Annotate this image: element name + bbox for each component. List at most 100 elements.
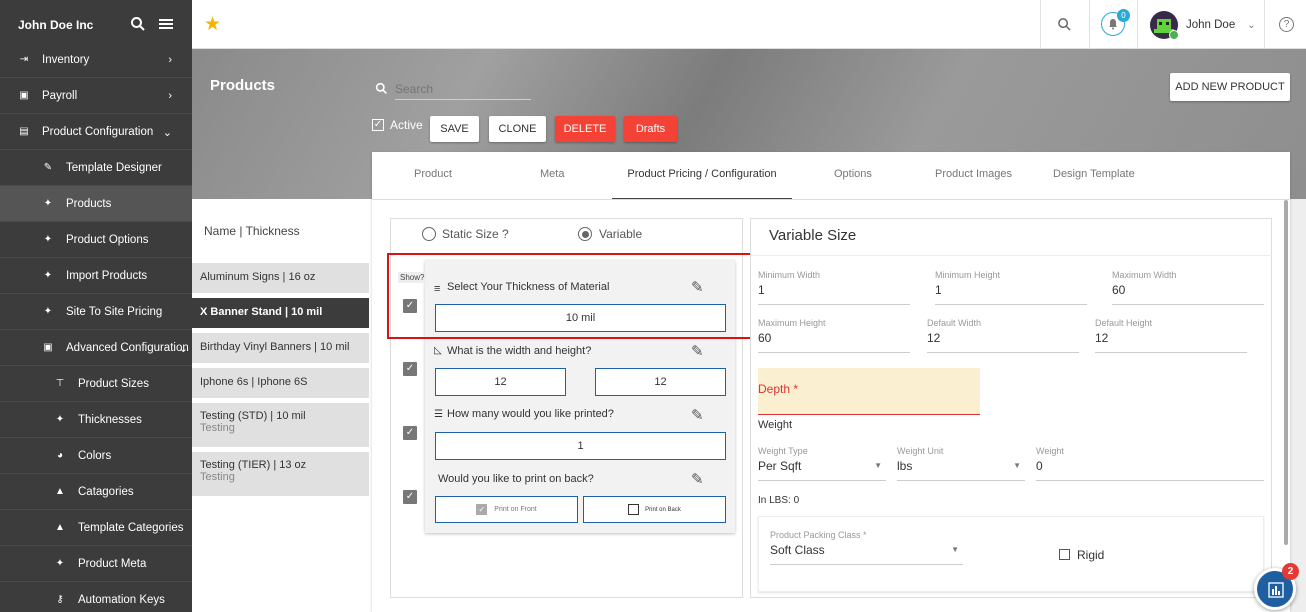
show-quantity-checkbox[interactable]: ✓ bbox=[403, 426, 417, 440]
print-back-checkbox[interactable] bbox=[628, 504, 640, 515]
sidebar-item-automation-keys[interactable]: ⚷ Automation Keys bbox=[0, 582, 192, 612]
tab-meta[interactable]: Meta bbox=[540, 168, 564, 200]
show-label: Show? bbox=[398, 272, 427, 283]
menu-icon[interactable] bbox=[158, 16, 174, 32]
add-new-product-button[interactable]: ADD NEW PRODUCT bbox=[1170, 73, 1290, 101]
notification-button[interactable]: 0 bbox=[1101, 9, 1130, 36]
product-list-item[interactable]: Iphone 6s | Iphone 6S bbox=[192, 368, 369, 398]
wrench-icon: ✦ bbox=[55, 558, 65, 569]
box-icon: ▣ bbox=[43, 342, 53, 353]
dropdown-arrow-icon: ▼ bbox=[951, 545, 959, 554]
tab-product-pricing-configuration[interactable]: Product Pricing / Configuration bbox=[612, 168, 792, 200]
print-back-option[interactable]: Print on Back bbox=[583, 496, 726, 523]
clone-button[interactable]: CLONE bbox=[489, 116, 546, 142]
drafts-button[interactable]: Drafts bbox=[624, 116, 677, 142]
product-list-item[interactable]: Testing (STD) | 10 mil Testing bbox=[192, 403, 369, 447]
thickness-input[interactable]: 10 mil bbox=[435, 304, 726, 332]
show-dimensions-checkbox[interactable]: ✓ bbox=[403, 362, 417, 376]
sidebar-item-label: Template Categories bbox=[78, 521, 184, 534]
sidebar-item-products[interactable]: ✦ Products bbox=[0, 186, 192, 222]
static-size-radio[interactable] bbox=[422, 227, 436, 241]
sidebar-item-template-designer[interactable]: ✎ Template Designer bbox=[0, 150, 192, 186]
sidebar-item-payroll[interactable]: ▣ Payroll › bbox=[0, 78, 192, 114]
min-width-input[interactable]: 1 bbox=[758, 283, 910, 305]
sidebar-item-label: Products bbox=[66, 197, 112, 210]
quantity-input[interactable]: 1 bbox=[435, 432, 726, 460]
topbar: ★ 0 John Doe ⌄ ? bbox=[192, 0, 1306, 49]
search-icon[interactable] bbox=[1057, 17, 1072, 32]
back-question-label: Would you like to print on back? bbox=[438, 473, 594, 485]
product-name: Birthday Vinyl Banners | 10 mil bbox=[200, 341, 350, 353]
user-menu[interactable]: John Doe ⌄ bbox=[1150, 10, 1256, 40]
sidebar-item-product-options[interactable]: ✦ Product Options bbox=[0, 222, 192, 258]
tab-product-images[interactable]: Product Images bbox=[935, 168, 1012, 200]
weight-unit-select[interactable]: lbs ▼ bbox=[897, 459, 1025, 481]
default-height-input[interactable]: 12 bbox=[1095, 331, 1247, 353]
sidebar-item-inventory[interactable]: ⇥ Inventory › bbox=[0, 42, 192, 78]
tab-options[interactable]: Options bbox=[834, 168, 872, 200]
sidebar: John Doe Inc ⇥ Inventory › ▣ Payroll › ▤ Produc… bbox=[0, 0, 192, 612]
delete-button[interactable]: DELETE bbox=[555, 116, 615, 142]
product-list-item[interactable]: Testing (TIER) | 13 oz Testing bbox=[192, 452, 369, 496]
chart-fab-button[interactable]: 2 bbox=[1254, 563, 1299, 610]
product-name: Testing (STD) | 10 mil bbox=[200, 410, 306, 422]
search-input[interactable] bbox=[395, 78, 531, 100]
notification-badge: 0 bbox=[1117, 9, 1130, 22]
thickness-question-label: Select Your Thickness of Material bbox=[447, 281, 610, 293]
sidebar-item-colors[interactable]: ◕ Colors bbox=[0, 438, 192, 474]
product-name: Aluminum Signs | 16 oz bbox=[200, 271, 316, 283]
sidebar-item-import-products[interactable]: ✦ Import Products bbox=[0, 258, 192, 294]
tab-product[interactable]: Product bbox=[414, 168, 452, 200]
show-thickness-checkbox[interactable]: ✓ bbox=[403, 299, 417, 313]
show-back-checkbox[interactable]: ✓ bbox=[403, 490, 417, 504]
help-icon[interactable]: ? bbox=[1279, 17, 1294, 32]
dropdown-arrow-icon: ▼ bbox=[1013, 461, 1021, 470]
login-icon: ⇥ bbox=[19, 54, 29, 65]
active-checkbox[interactable]: ✓ bbox=[372, 119, 384, 131]
edit-dimensions-icon[interactable]: ✎ bbox=[691, 342, 704, 360]
sidebar-item-catagories[interactable]: ▲ Catagories bbox=[0, 474, 192, 510]
sidebar-item-product-configuration[interactable]: ▤ Product Configuration ⌄ bbox=[0, 114, 192, 150]
width-input[interactable]: 12 bbox=[435, 368, 566, 396]
fab-badge: 2 bbox=[1282, 563, 1299, 580]
sidebar-item-product-meta[interactable]: ✦ Product Meta bbox=[0, 546, 192, 582]
product-list-item[interactable]: Birthday Vinyl Banners | 10 mil bbox=[192, 333, 369, 363]
scrollbar[interactable] bbox=[1284, 200, 1288, 545]
tab-design-template[interactable]: Design Template bbox=[1053, 168, 1135, 200]
sidebar-item-product-sizes[interactable]: ⊤ Product Sizes bbox=[0, 366, 192, 402]
print-front-checkbox[interactable]: ✓ bbox=[476, 504, 488, 515]
palette-icon: ◕ bbox=[56, 450, 64, 461]
sidebar-item-site-to-site-pricing[interactable]: ✦ Site To Site Pricing bbox=[0, 294, 192, 330]
chevron-down-icon: ⌄ bbox=[178, 343, 188, 355]
depth-input[interactable]: Depth * bbox=[758, 368, 980, 415]
product-list-item[interactable]: Aluminum Signs | 16 oz bbox=[192, 263, 369, 293]
max-width-input[interactable]: 60 bbox=[1112, 283, 1264, 305]
product-subtitle: Testing bbox=[200, 422, 235, 434]
save-button[interactable]: SAVE bbox=[430, 116, 479, 142]
product-list-item[interactable]: X Banner Stand | 10 mil bbox=[192, 298, 369, 328]
star-icon[interactable]: ★ bbox=[204, 13, 221, 36]
max-height-input[interactable]: 60 bbox=[758, 331, 910, 353]
weight-type-select[interactable]: Per Sqft ▼ bbox=[758, 459, 886, 481]
min-height-label: Minimum Height bbox=[935, 270, 1001, 280]
sidebar-item-label: Payroll bbox=[42, 89, 78, 102]
sidebar-item-advanced-configuration[interactable]: ▣ Advanced Configuration ⌄ bbox=[0, 330, 192, 366]
default-width-input[interactable]: 12 bbox=[927, 331, 1079, 353]
drag-handle-icon[interactable]: ≡ bbox=[434, 283, 440, 295]
edit-quantity-icon[interactable]: ✎ bbox=[691, 406, 704, 424]
edit-back-icon[interactable]: ✎ bbox=[691, 470, 704, 488]
min-height-input[interactable]: 1 bbox=[935, 283, 1087, 305]
sidebar-item-label: Product Options bbox=[66, 233, 149, 246]
height-input[interactable]: 12 bbox=[595, 368, 726, 396]
search-icon[interactable] bbox=[130, 16, 146, 32]
rigid-checkbox[interactable] bbox=[1059, 549, 1070, 560]
key-icon: ⚷ bbox=[56, 594, 64, 605]
packing-class-select[interactable]: Soft Class ▼ bbox=[770, 543, 963, 565]
edit-thickness-icon[interactable]: ✎ bbox=[691, 278, 704, 296]
sidebar-item-thicknesses[interactable]: ✦ Thicknesses bbox=[0, 402, 192, 438]
variable-radio[interactable] bbox=[578, 227, 592, 241]
print-front-option[interactable]: ✓ Print on Front bbox=[435, 496, 578, 523]
wrench-icon: ✦ bbox=[43, 270, 53, 281]
sidebar-item-template-categories[interactable]: ▲ Template Categories bbox=[0, 510, 192, 546]
weight-input[interactable]: 0 bbox=[1036, 459, 1264, 481]
